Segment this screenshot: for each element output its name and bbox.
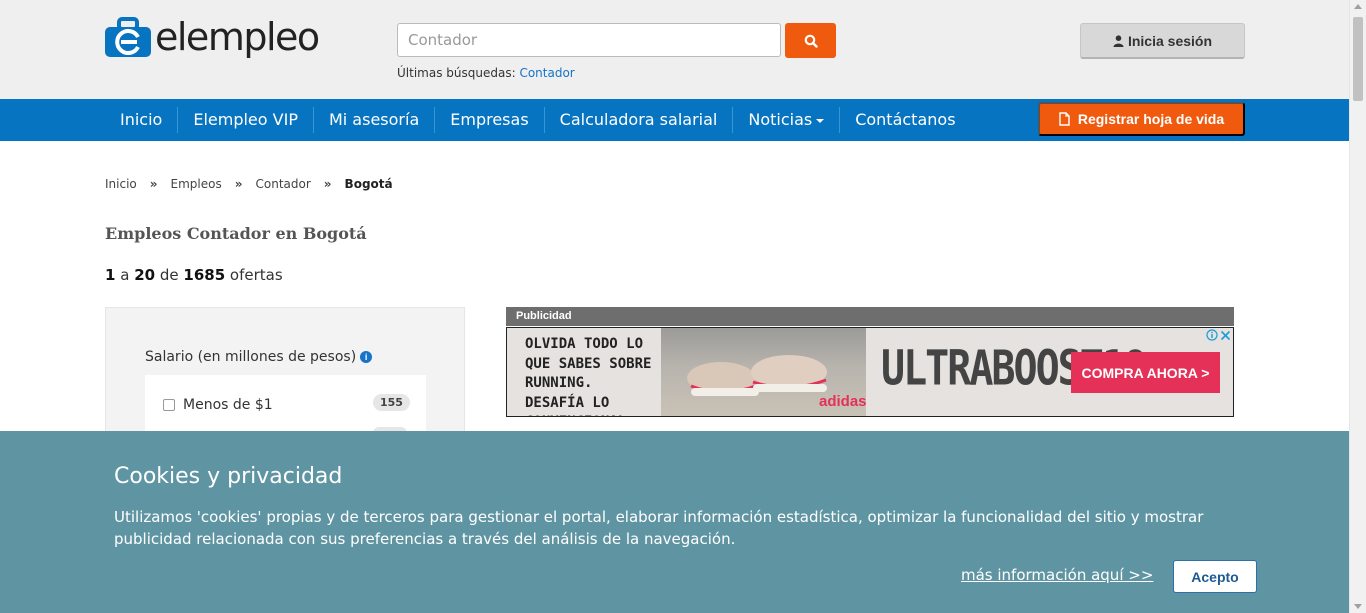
ad-text: OLVIDA TODO LO QUE SABES SOBRE RUNNING. … xyxy=(525,336,652,416)
ad-choices[interactable] xyxy=(1206,329,1231,341)
salary-option-checkbox[interactable] xyxy=(163,399,175,411)
count-badge: 155 xyxy=(373,394,410,411)
salary-option-label: Menos de $1 xyxy=(183,397,273,413)
document-icon xyxy=(1059,112,1070,126)
nav-item-calculadora-salarial[interactable]: Calculadora salarial xyxy=(543,107,733,133)
breadcrumb-empleos[interactable]: Empleos xyxy=(171,177,222,191)
recent-search-link[interactable]: Contador xyxy=(519,66,574,80)
results-a: a xyxy=(120,266,130,284)
ad-banner[interactable]: OLVIDA TODO LO QUE SABES SOBRE RUNNING. … xyxy=(506,327,1234,417)
nav-item-noticias[interactable]: Noticias xyxy=(732,107,839,133)
info-icon[interactable]: i xyxy=(360,351,373,363)
logo[interactable]: elempleo xyxy=(105,15,320,59)
scroll-thumb[interactable] xyxy=(1353,17,1363,101)
caret-down-icon xyxy=(816,118,825,123)
search-button[interactable] xyxy=(785,23,836,58)
recent-searches: Últimas búsquedas: Contador xyxy=(397,66,575,80)
scroll-up-icon[interactable] xyxy=(1354,4,1362,9)
results-to: 20 xyxy=(134,266,156,284)
more-info-link[interactable]: más información aquí >> xyxy=(961,566,1153,584)
close-icon xyxy=(1220,330,1231,340)
ad-logo: adidas xyxy=(819,393,867,410)
ad-cta-button[interactable]: COMPRA AHORA > xyxy=(1071,352,1220,393)
nav-item-mi-asesoria[interactable]: Mi asesoría xyxy=(312,107,434,133)
salary-filter-label: Salario (en millones de pesos) xyxy=(145,349,357,365)
cookie-text: Utilizamos 'cookies' propias y de tercer… xyxy=(114,508,1204,548)
breadcrumb-contador[interactable]: Contador xyxy=(256,177,311,191)
nav-item-noticias-label: Noticias xyxy=(748,110,813,129)
login-label: Inicia sesión xyxy=(1127,32,1213,49)
breadcrumb-separator: » xyxy=(149,177,158,191)
scrollbar[interactable] xyxy=(1349,0,1366,613)
nav-item-empresas[interactable]: Empresas xyxy=(434,107,543,133)
salary-option[interactable]: Menos de $1 xyxy=(163,397,273,413)
nav-item-contactanos[interactable]: Contáctanos xyxy=(839,107,970,133)
page: elempleo Últimas búsquedas: Contador Ini… xyxy=(0,0,1366,613)
logo-mark-icon xyxy=(105,17,153,59)
search-icon xyxy=(804,34,818,48)
ad-label: Publicidad xyxy=(506,307,1234,326)
breadcrumb-inicio[interactable]: Inicio xyxy=(105,177,137,191)
filter-panel: Salario (en millones de pesos) i Menos d… xyxy=(105,307,465,455)
login-button[interactable]: Inicia sesión xyxy=(1080,23,1245,59)
results-from: 1 xyxy=(105,266,116,284)
salary-filter-title: Salario (en millones de pesos) i xyxy=(145,349,373,365)
register-cv-button[interactable]: Registrar hoja de vida xyxy=(1038,102,1245,136)
search-input[interactable] xyxy=(397,23,781,57)
breadcrumb-separator: » xyxy=(234,177,243,191)
accept-cookies-button[interactable]: Acepto xyxy=(1173,560,1257,593)
breadcrumb-current: Bogotá xyxy=(344,177,393,191)
user-icon xyxy=(1113,34,1124,47)
results-de: de xyxy=(159,266,179,284)
logo-text: elempleo xyxy=(155,15,320,59)
register-cv-label: Registrar hoja de vida xyxy=(1077,111,1225,127)
results-total: 1685 xyxy=(183,266,226,284)
cookie-title: Cookies y privacidad xyxy=(114,464,343,489)
breadcrumb: Inicio » Empleos » Contador » Bogotá xyxy=(105,177,393,191)
top-header: elempleo Últimas búsquedas: Contador Ini… xyxy=(0,0,1349,99)
nav-item-elempleo-vip[interactable]: Elempleo VIP xyxy=(177,107,313,133)
breadcrumb-separator: » xyxy=(323,177,332,191)
nav-items: Inicio Elempleo VIP Mi asesoría Empresas… xyxy=(105,99,971,141)
cookie-banner: Cookies y privacidad Utilizamos 'cookies… xyxy=(0,431,1349,613)
recent-label: Últimas búsquedas: xyxy=(397,66,516,80)
results-label: ofertas xyxy=(229,266,283,284)
scroll-down-icon[interactable] xyxy=(1354,604,1362,609)
info-icon xyxy=(1206,329,1218,341)
page-title: Empleos Contador en Bogotá xyxy=(105,224,367,243)
main-nav: Inicio Elempleo VIP Mi asesoría Empresas… xyxy=(0,99,1349,141)
results-count: 1 a 20 de 1685 ofertas xyxy=(105,266,283,284)
nav-item-inicio[interactable]: Inicio xyxy=(105,107,177,133)
